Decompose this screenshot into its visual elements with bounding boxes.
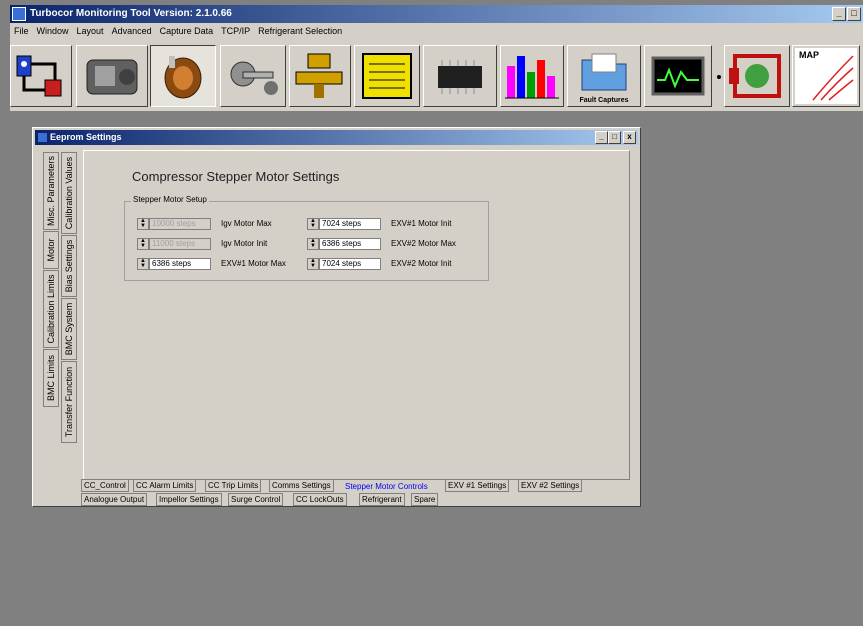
- stepper-arrows-icon[interactable]: ▲ ▼: [307, 218, 319, 230]
- menu-tcpip[interactable]: TCP/IP: [217, 26, 254, 36]
- bottom-tab-strip: CC_Control CC Alarm Limits CC Trip Limit…: [81, 479, 641, 507]
- stepper-arrows-icon[interactable]: ▲ ▼: [137, 258, 149, 270]
- maximize-button[interactable]: □: [847, 7, 861, 21]
- oscilloscope-icon: [651, 56, 705, 96]
- eeprom-title-bar: Eeprom Settings _ □ x: [35, 130, 638, 145]
- bar-graph-button[interactable]: [500, 45, 564, 107]
- tab-calibration-values[interactable]: Calibration Values: [61, 152, 77, 234]
- exv2-motor-init-label: EXV#2 Motor Init: [391, 259, 452, 268]
- data-log-button[interactable]: [354, 45, 420, 107]
- exv2-motor-max-field[interactable]: 6386 steps: [319, 238, 381, 250]
- exv2-motor-init-field[interactable]: 7024 steps: [319, 258, 381, 270]
- scope-button[interactable]: [644, 45, 712, 107]
- stepper-motor-setup-group: Stepper Motor Setup ▲ ▼ 10000 steps Igv M…: [124, 195, 489, 281]
- igv-motor-max-stepper[interactable]: ▲ ▼ 10000 steps: [137, 218, 211, 230]
- eeprom-settings-window: Eeprom Settings _ □ x Misc. Parameters M…: [32, 127, 641, 507]
- tab-comms-settings[interactable]: Comms Settings: [269, 479, 334, 492]
- menu-capture-data[interactable]: Capture Data: [156, 26, 218, 36]
- stepper-arrows-icon[interactable]: ▲ ▼: [307, 238, 319, 250]
- valve-icon: [295, 53, 343, 98]
- tab-cc-control[interactable]: CC_Control: [81, 479, 129, 492]
- tab-misc-parameters[interactable]: Misc. Parameters: [43, 152, 59, 230]
- tab-transfer-function[interactable]: Transfer Function: [61, 361, 77, 443]
- igv-motor-max-field[interactable]: 10000 steps: [149, 218, 211, 230]
- igv-motor-init-field[interactable]: 11000 steps: [149, 238, 211, 250]
- bar-graph-icon: [505, 56, 559, 99]
- data-log-icon: [362, 53, 412, 99]
- exv1-motor-max-field[interactable]: 6386 steps: [149, 258, 211, 270]
- stepper-motor-panel: Compressor Stepper Motor Settings Steppe…: [83, 150, 630, 480]
- map-button[interactable]: MAP: [792, 45, 860, 107]
- exv1-motor-max-stepper[interactable]: ▲ ▼ 6386 steps: [137, 258, 211, 270]
- exv1-motor-init-stepper[interactable]: ▲ ▼ 7024 steps: [307, 218, 381, 230]
- minimize-button[interactable]: _: [832, 7, 846, 21]
- eeprom-window-icon: [38, 133, 47, 143]
- refrigerant-button[interactable]: [724, 45, 790, 107]
- eeprom-close-button[interactable]: x: [623, 131, 636, 144]
- stepper-arrows-icon[interactable]: ▲ ▼: [137, 218, 149, 230]
- toolbar: Fault Captures MAP: [10, 39, 863, 112]
- exv2-motor-init-stepper[interactable]: ▲ ▼ 7024 steps: [307, 258, 381, 270]
- tab-refrigerant[interactable]: Refrigerant: [359, 493, 405, 506]
- tab-bmc-limits[interactable]: BMC Limits: [43, 349, 59, 407]
- chip-icon: [438, 60, 482, 94]
- tab-exv1-settings[interactable]: EXV #1 Settings: [445, 479, 510, 492]
- fault-captures-button[interactable]: Fault Captures: [567, 45, 641, 107]
- title-bar: Turbocor Monitoring Tool Version: 2.1.0.…: [10, 5, 863, 23]
- stepper-motor-button[interactable]: [150, 45, 216, 107]
- menu-file[interactable]: File: [10, 26, 33, 36]
- tab-cc-alarm-limits[interactable]: CC Alarm Limits: [133, 479, 197, 492]
- stepper-motor-icon: [164, 56, 202, 99]
- vertical-tab-strip: Misc. Parameters Motor Calibration Limit…: [41, 150, 83, 480]
- chip-button[interactable]: [423, 45, 497, 107]
- tab-analogue-output[interactable]: Analogue Output: [81, 493, 148, 506]
- menu-window[interactable]: Window: [33, 26, 73, 36]
- tab-exv2-settings[interactable]: EXV #2 Settings: [518, 479, 583, 492]
- panel-title: Compressor Stepper Motor Settings: [132, 169, 340, 184]
- map-label: MAP: [799, 50, 819, 60]
- stepper-arrows-icon[interactable]: ▲ ▼: [137, 238, 149, 250]
- menu-refrigerant-selection[interactable]: Refrigerant Selection: [254, 26, 346, 36]
- eeprom-maximize-button[interactable]: □: [608, 131, 621, 144]
- folder-icon: [581, 53, 627, 91]
- eeprom-minimize-button[interactable]: _: [595, 131, 608, 144]
- exv1-motor-init-field[interactable]: 7024 steps: [319, 218, 381, 230]
- group-label: Stepper Motor Setup: [131, 195, 209, 204]
- menu-advanced[interactable]: Advanced: [108, 26, 156, 36]
- tab-bias-settings[interactable]: Bias Settings: [61, 235, 77, 297]
- exv1-motor-init-label: EXV#1 Motor Init: [391, 219, 452, 228]
- igv-motor-init-stepper[interactable]: ▲ ▼ 11000 steps: [137, 238, 211, 250]
- shaft-button[interactable]: [220, 45, 286, 107]
- exv1-motor-max-label: EXV#1 Motor Max: [221, 259, 286, 268]
- fault-captures-label: Fault Captures: [579, 97, 629, 104]
- tab-impellor-settings[interactable]: Impellor Settings: [156, 493, 222, 506]
- tab-calibration-limits[interactable]: Calibration Limits: [43, 270, 59, 348]
- exv2-motor-max-stepper[interactable]: ▲ ▼ 6386 steps: [307, 238, 381, 250]
- tab-cc-trip-limits[interactable]: CC Trip Limits: [205, 479, 262, 492]
- tab-spare[interactable]: Spare: [411, 493, 439, 506]
- io-schematic-button[interactable]: [10, 45, 72, 107]
- igv-motor-init-label: Igv Motor Init: [221, 239, 268, 248]
- exv2-motor-max-label: EXV#2 Motor Max: [391, 239, 456, 248]
- valve-button[interactable]: [289, 45, 351, 107]
- stepper-arrows-icon[interactable]: ▲ ▼: [307, 258, 319, 270]
- tab-bmc-system[interactable]: BMC System: [61, 298, 77, 360]
- toolbar-separator: [716, 45, 722, 107]
- tab-cc-lockouts[interactable]: CC LockOuts: [293, 493, 347, 506]
- menu-layout[interactable]: Layout: [73, 26, 108, 36]
- app-icon: [12, 7, 26, 21]
- shaft-icon: [230, 61, 278, 95]
- compressor-button[interactable]: [76, 45, 148, 107]
- compressor-icon: [86, 59, 138, 95]
- tab-surge-control[interactable]: Surge Control: [228, 493, 284, 506]
- app-title: Turbocor Monitoring Tool Version: 2.1.0.…: [30, 8, 232, 19]
- eeprom-title: Eeprom Settings: [50, 132, 122, 142]
- tab-motor[interactable]: Motor: [43, 231, 59, 269]
- igv-motor-max-label: Igv Motor Max: [221, 219, 272, 228]
- menu-bar: File Window Layout Advanced Capture Data…: [10, 23, 863, 39]
- refrigerant-cycle-icon: [729, 54, 781, 98]
- io-schematic-icon: [16, 55, 62, 97]
